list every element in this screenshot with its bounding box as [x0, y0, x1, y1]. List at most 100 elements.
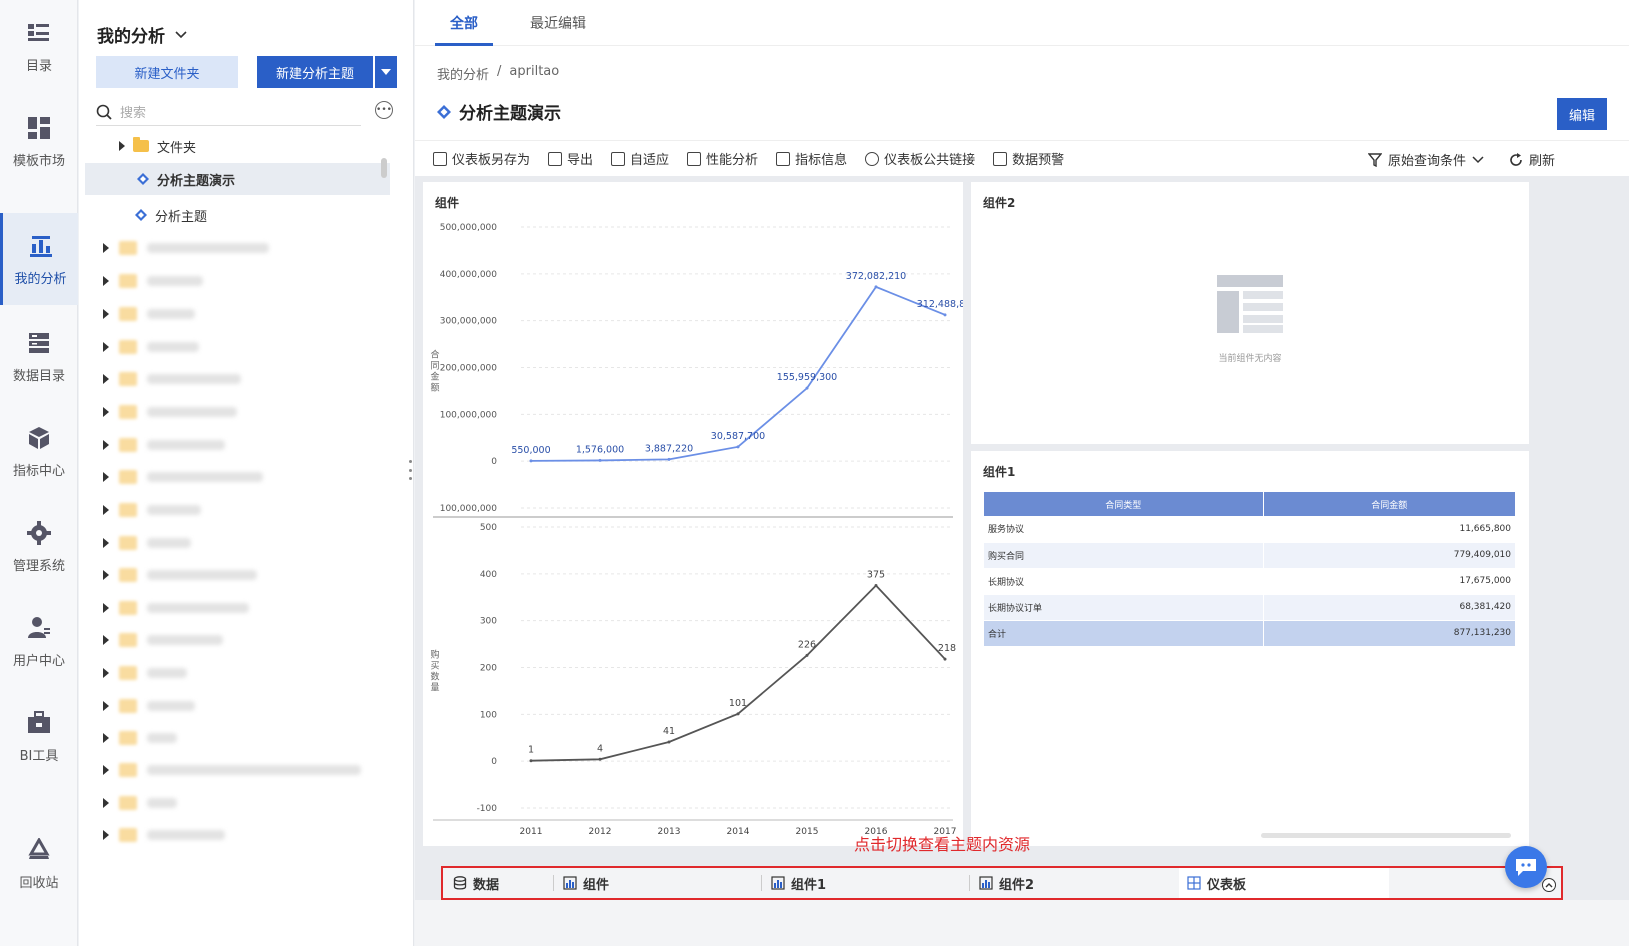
folder-icon	[119, 438, 137, 452]
panel-resize-handle[interactable]	[408, 460, 412, 480]
collapse-up-icon[interactable]	[1542, 878, 1556, 892]
y-axis-label: 买	[430, 661, 439, 672]
grid-icon	[611, 151, 626, 166]
blurred-label	[147, 635, 223, 645]
public-link-button[interactable]: 仪表板公共链接	[865, 149, 975, 168]
new-folder-button[interactable]: 新建文件夹	[96, 56, 238, 88]
performance-button[interactable]: 性能分析	[687, 149, 758, 168]
y-tick-label: 400	[480, 570, 497, 580]
y-axis-label: 同	[430, 361, 439, 372]
tree-row-blurred[interactable]	[89, 819, 394, 851]
tree-title[interactable]: 我的分析	[97, 22, 187, 47]
adaptive-button[interactable]: 自适应	[611, 149, 669, 168]
tree-row-blurred[interactable]	[89, 559, 394, 591]
rail-label: 目录	[25, 58, 52, 74]
tree-row-blurred[interactable]	[89, 527, 394, 559]
y-axis-label: 合	[430, 349, 439, 361]
rail-item-bi-tools[interactable]: BI工具	[0, 690, 78, 782]
table-hscrollbar[interactable]	[1261, 833, 1511, 838]
new-subject-button[interactable]: 新建分析主题	[257, 56, 373, 88]
data-point	[529, 459, 533, 463]
table-cell: 服务协议	[984, 516, 1264, 543]
tree-row-blurred[interactable]	[89, 690, 394, 722]
subject-header: 我的分析 / apriltao 分析主题演示 编辑	[415, 46, 1629, 140]
tree-row-blurred[interactable]	[89, 787, 394, 819]
assistant-fab[interactable]	[1505, 846, 1547, 888]
edit-button[interactable]: 编辑	[1557, 98, 1607, 130]
tree-row-blurred[interactable]	[89, 461, 394, 493]
tab-all[interactable]: 全部	[435, 0, 493, 46]
contract-table: 合同类型 合同金额 服务协议 11,665,800 购买合同 779,409,010…	[984, 492, 1516, 647]
bottom-tab-label: 组件	[583, 877, 610, 893]
tree-row-blurred[interactable]	[89, 722, 394, 754]
caret-right-icon	[103, 309, 109, 319]
data-label: 30,587,700	[711, 431, 765, 442]
rail-label: 管理系统	[12, 558, 65, 574]
bottom-tab-widget[interactable]: 组件	[563, 868, 609, 898]
folder-icon	[133, 137, 149, 152]
tree-subject-row[interactable]: 分析主题	[89, 199, 394, 231]
refresh-button[interactable]: 刷新	[1509, 150, 1555, 169]
export-button[interactable]: 导出	[548, 149, 593, 168]
tree-row-blurred[interactable]	[89, 754, 394, 786]
alert-button[interactable]: 数据预警	[993, 149, 1064, 168]
tree-folder-row[interactable]: 文件夹	[89, 130, 394, 162]
rail-item-users[interactable]: 用户中心	[0, 595, 78, 687]
save-as-button[interactable]: 仪表板另存为	[433, 149, 530, 168]
y-axis-label: 数	[430, 671, 439, 683]
tree-row-blurred[interactable]	[89, 494, 394, 526]
dashboard-icon	[1187, 876, 1201, 890]
blurred-label	[147, 733, 177, 743]
tree-row-blurred[interactable]	[89, 396, 394, 428]
bottom-tab-widget-2[interactable]: 组件2	[979, 868, 1034, 898]
tree-row-blurred[interactable]	[89, 232, 394, 264]
blurred-label	[147, 701, 195, 711]
new-subject-dropdown[interactable]	[375, 56, 397, 88]
table-cell: 877,131,230	[1263, 620, 1516, 647]
widget-1[interactable]: 组件1 合同类型 合同金额 服务协议 11,665,800 购买合同 779,409…	[971, 451, 1529, 846]
caret-right-icon	[103, 440, 109, 450]
rail-item-metrics[interactable]: 指标中心	[0, 405, 78, 497]
tree-subject-selected[interactable]: 分析主题演示	[85, 163, 390, 195]
tree-row-blurred[interactable]	[89, 592, 394, 624]
tree-row-blurred[interactable]	[89, 657, 394, 689]
blurred-label	[147, 342, 199, 352]
tree-scrollbar[interactable]	[381, 158, 387, 178]
bottom-tab-data[interactable]: 数据	[453, 868, 499, 898]
table-cell: 779,409,010	[1263, 542, 1516, 569]
y-tick-label: 200	[480, 664, 497, 674]
folder-icon	[119, 274, 137, 288]
tree-row-blurred[interactable]	[89, 298, 394, 330]
folder-icon	[119, 666, 137, 680]
blurred-label	[147, 472, 263, 482]
data-label: 312,488,800	[917, 299, 963, 310]
bottom-tab-widget-1[interactable]: 组件1	[771, 868, 826, 898]
empty-content-icon	[1217, 275, 1283, 333]
table-cell: 长期协议订单	[984, 594, 1264, 621]
widget-2[interactable]: 组件2 当前组件无内容	[971, 182, 1529, 444]
query-condition-dropdown[interactable]: 原始查询条件	[1368, 150, 1484, 169]
metric-info-button[interactable]: 指标信息	[776, 149, 847, 168]
rail-item-recycle[interactable]: 回收站	[0, 817, 78, 909]
bottom-tab-dashboard[interactable]: 仪表板	[1179, 868, 1389, 898]
tree-row-blurred[interactable]	[89, 363, 394, 395]
breadcrumb-root[interactable]: 我的分析	[437, 64, 489, 83]
data-point	[805, 386, 809, 390]
data-point	[943, 657, 947, 661]
search-input[interactable]: 搜索	[96, 98, 361, 126]
refresh-label: 刷新	[1529, 154, 1556, 169]
tree-row-blurred[interactable]	[89, 429, 394, 461]
tree-row-blurred[interactable]	[89, 265, 394, 297]
tree-row-blurred[interactable]	[89, 624, 394, 656]
y-axis-label: 额	[430, 382, 439, 394]
rail-item-admin[interactable]: 管理系统	[0, 500, 78, 592]
widget-main[interactable]: 组件 500,000,000 400,000,000 300,000,000 200,…	[423, 182, 963, 846]
rail-item-template[interactable]: 模板市场	[0, 95, 78, 187]
rail-item-data-catalog[interactable]: 数据目录	[0, 310, 78, 402]
tab-recent[interactable]: 最近编辑	[530, 0, 586, 46]
tree-row-blurred[interactable]	[89, 331, 394, 363]
bottom-tab-label: 组件2	[999, 877, 1035, 893]
more-options-icon[interactable]: •••	[375, 101, 393, 119]
rail-item-catalog[interactable]: 目录	[0, 0, 78, 92]
rail-item-my-analysis[interactable]: 我的分析	[0, 213, 78, 305]
